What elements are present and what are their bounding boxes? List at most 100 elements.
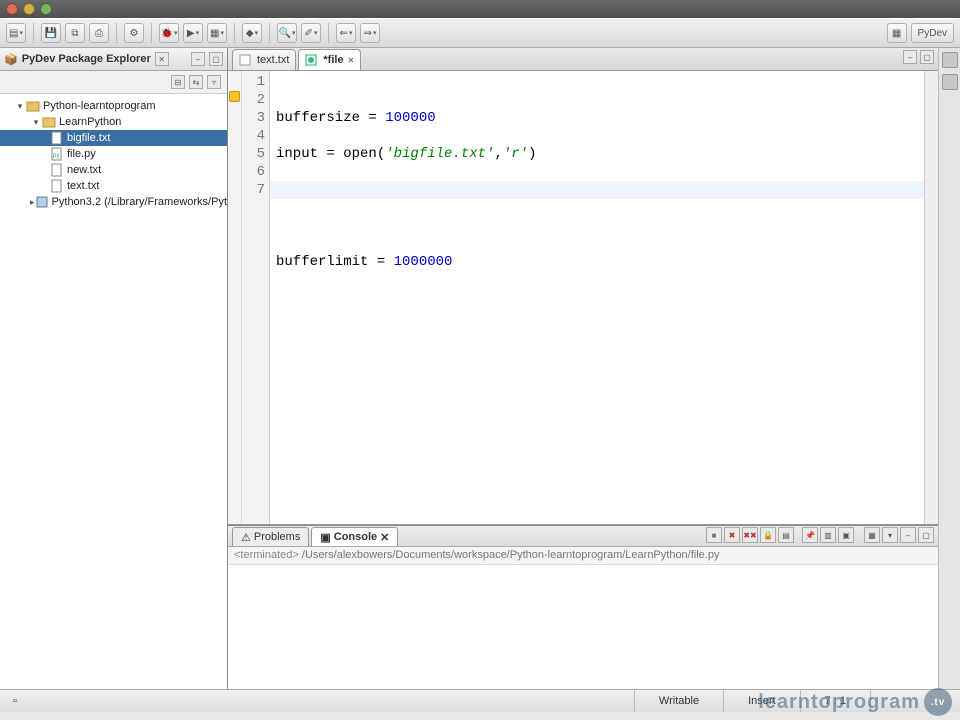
- tree-file[interactable]: py file.py: [0, 146, 227, 162]
- terminate-icon[interactable]: ■: [706, 527, 722, 543]
- tab-label: text.txt: [257, 54, 289, 66]
- maximize-view-icon[interactable]: ▢: [918, 527, 934, 543]
- pin-console-icon[interactable]: 📌: [802, 527, 818, 543]
- problems-icon: ⚠: [241, 531, 251, 544]
- right-trim: [938, 48, 960, 689]
- new-pkg-button[interactable]: ◆: [242, 23, 262, 43]
- save-button[interactable]: 💾: [41, 23, 61, 43]
- tree-file[interactable]: text.txt: [0, 178, 227, 194]
- console-menu-icon[interactable]: ▾: [882, 527, 898, 543]
- editor-tab-text[interactable]: text.txt: [232, 49, 296, 70]
- run-button[interactable]: ▶: [183, 23, 203, 43]
- editor-tab-file[interactable]: *file ✕: [298, 49, 361, 70]
- explorer-tree[interactable]: ▾ Python-learntoprogram ▾ LearnPython bi…: [0, 94, 227, 214]
- debug-button[interactable]: 🐞: [159, 23, 179, 43]
- file-icon: py: [50, 147, 64, 161]
- tab-problems[interactable]: ⚠ Problems: [232, 527, 309, 546]
- pydev-perspective-button[interactable]: PyDev: [911, 23, 954, 43]
- tree-package[interactable]: ▾ LearnPython: [0, 114, 227, 130]
- annotation-ruler: [228, 71, 242, 524]
- line-gutter: 1 2 3 4 5 6 7: [242, 71, 270, 524]
- code-area[interactable]: buffersize = 100000 input = open('bigfil…: [270, 71, 924, 524]
- collapse-all-icon[interactable]: ⊟: [171, 75, 185, 89]
- open-perspective-button[interactable]: ▦: [887, 23, 907, 43]
- tab-label: Console: [334, 531, 377, 543]
- console-output[interactable]: [228, 565, 938, 689]
- main-toolbar: ▤ 💾 ⧉ ⎙ ⚙ 🐞 ▶ ▦ ◆ 🔍 ✐ ⇐ ⇒ ▦ PyDev: [0, 18, 960, 48]
- status-bar: ▫ Writable Insert 7 : 1: [0, 689, 960, 712]
- status-cursor: 7 : 1: [800, 690, 870, 712]
- scroll-lock-icon[interactable]: 🔒: [760, 527, 776, 543]
- nav-back-button[interactable]: ⇐: [336, 23, 356, 43]
- tree-project[interactable]: ▾ Python-learntoprogram: [0, 98, 227, 114]
- open-console-icon[interactable]: ▣: [838, 527, 854, 543]
- tab-label: Problems: [254, 531, 300, 543]
- warning-icon[interactable]: [229, 91, 240, 102]
- interpreter-label: Python3.2 (/Library/Frameworks/Pyt: [52, 196, 227, 208]
- editor-tabbar: text.txt *file ✕ – ▢: [228, 48, 938, 71]
- file-label: text.txt: [67, 180, 99, 192]
- remove-all-icon[interactable]: ✖✖: [742, 527, 758, 543]
- tree-interpreter[interactable]: ▸ Python3.2 (/Library/Frameworks/Pyt: [0, 194, 227, 210]
- file-icon: [50, 131, 64, 145]
- tree-file-selected[interactable]: bigfile.txt: [0, 130, 227, 146]
- minimize-view-icon[interactable]: –: [191, 52, 205, 66]
- new-button[interactable]: ▤: [6, 23, 26, 43]
- project-icon: [26, 99, 40, 113]
- tasks-icon[interactable]: [942, 74, 958, 90]
- file-icon: [50, 179, 64, 193]
- file-label: file.py: [67, 148, 96, 160]
- console-header: <terminated> /Users/alexbowers/Documents…: [228, 547, 938, 565]
- new-console-icon[interactable]: ▦: [864, 527, 880, 543]
- remove-launch-icon[interactable]: ✖: [724, 527, 740, 543]
- ext-tools-button[interactable]: ▦: [207, 23, 227, 43]
- svg-text:py: py: [53, 153, 59, 159]
- outline-icon[interactable]: [942, 52, 958, 68]
- window-titlebar: [0, 0, 960, 18]
- overview-ruler[interactable]: [924, 71, 938, 524]
- bottom-tabbar: ⚠ Problems ▣ Console ✕ ■ ✖ ✖✖ 🔒 ▤ 📌 ▥: [228, 526, 938, 547]
- close-tab-icon[interactable]: ✕: [348, 56, 355, 65]
- file-icon: [50, 163, 64, 177]
- python-file-icon: [305, 54, 319, 66]
- library-icon: [35, 195, 49, 209]
- project-label: Python-learntoprogram: [43, 100, 156, 112]
- close-view-icon[interactable]: ✕: [155, 52, 169, 66]
- file-label: bigfile.txt: [67, 132, 110, 144]
- annotate-button[interactable]: ✐: [301, 23, 321, 43]
- status-spacer: [870, 690, 960, 712]
- folder-icon: [42, 115, 56, 129]
- minimize-window-icon[interactable]: [23, 3, 35, 15]
- terminated-label: <terminated>: [234, 549, 299, 561]
- console-icon: ▣: [320, 531, 330, 544]
- tab-console[interactable]: ▣ Console ✕: [311, 527, 398, 546]
- build-button[interactable]: ⚙: [124, 23, 144, 43]
- tree-file[interactable]: new.txt: [0, 162, 227, 178]
- code-editor[interactable]: 1 2 3 4 5 6 7 buffersize = 100000 input …: [228, 71, 938, 525]
- close-window-icon[interactable]: [6, 3, 18, 15]
- tab-label: *file: [323, 54, 343, 66]
- search-button[interactable]: 🔍: [277, 23, 297, 43]
- text-file-icon: [239, 54, 253, 66]
- nav-fwd-button[interactable]: ⇒: [360, 23, 380, 43]
- close-tab-icon[interactable]: ✕: [380, 531, 389, 544]
- maximize-editor-icon[interactable]: ▢: [920, 50, 934, 64]
- save-all-button[interactable]: ⧉: [65, 23, 85, 43]
- link-editor-icon[interactable]: ⇆: [189, 75, 203, 89]
- status-icon[interactable]: ▫: [0, 695, 30, 707]
- status-writable: Writable: [634, 690, 723, 712]
- console-path: /Users/alexbowers/Documents/workspace/Py…: [299, 549, 720, 561]
- display-selected-icon[interactable]: ▥: [820, 527, 836, 543]
- maximize-view-icon[interactable]: ▢: [209, 52, 223, 66]
- zoom-window-icon[interactable]: [40, 3, 52, 15]
- view-menu-icon[interactable]: ▿: [207, 75, 221, 89]
- minimize-view-icon[interactable]: –: [900, 527, 916, 543]
- package-explorer-view: 📦 PyDev Package Explorer ✕ – ▢ ⊟ ⇆ ▿ ▾ P…: [0, 48, 228, 689]
- bottom-panel: ⚠ Problems ▣ Console ✕ ■ ✖ ✖✖ 🔒 ▤ 📌 ▥: [228, 525, 938, 689]
- status-insert: Insert: [723, 690, 800, 712]
- minimize-editor-icon[interactable]: –: [903, 50, 917, 64]
- explorer-title: PyDev Package Explorer: [22, 53, 151, 65]
- print-button[interactable]: ⎙: [89, 23, 109, 43]
- clear-console-icon[interactable]: ▤: [778, 527, 794, 543]
- package-label: LearnPython: [59, 116, 121, 128]
